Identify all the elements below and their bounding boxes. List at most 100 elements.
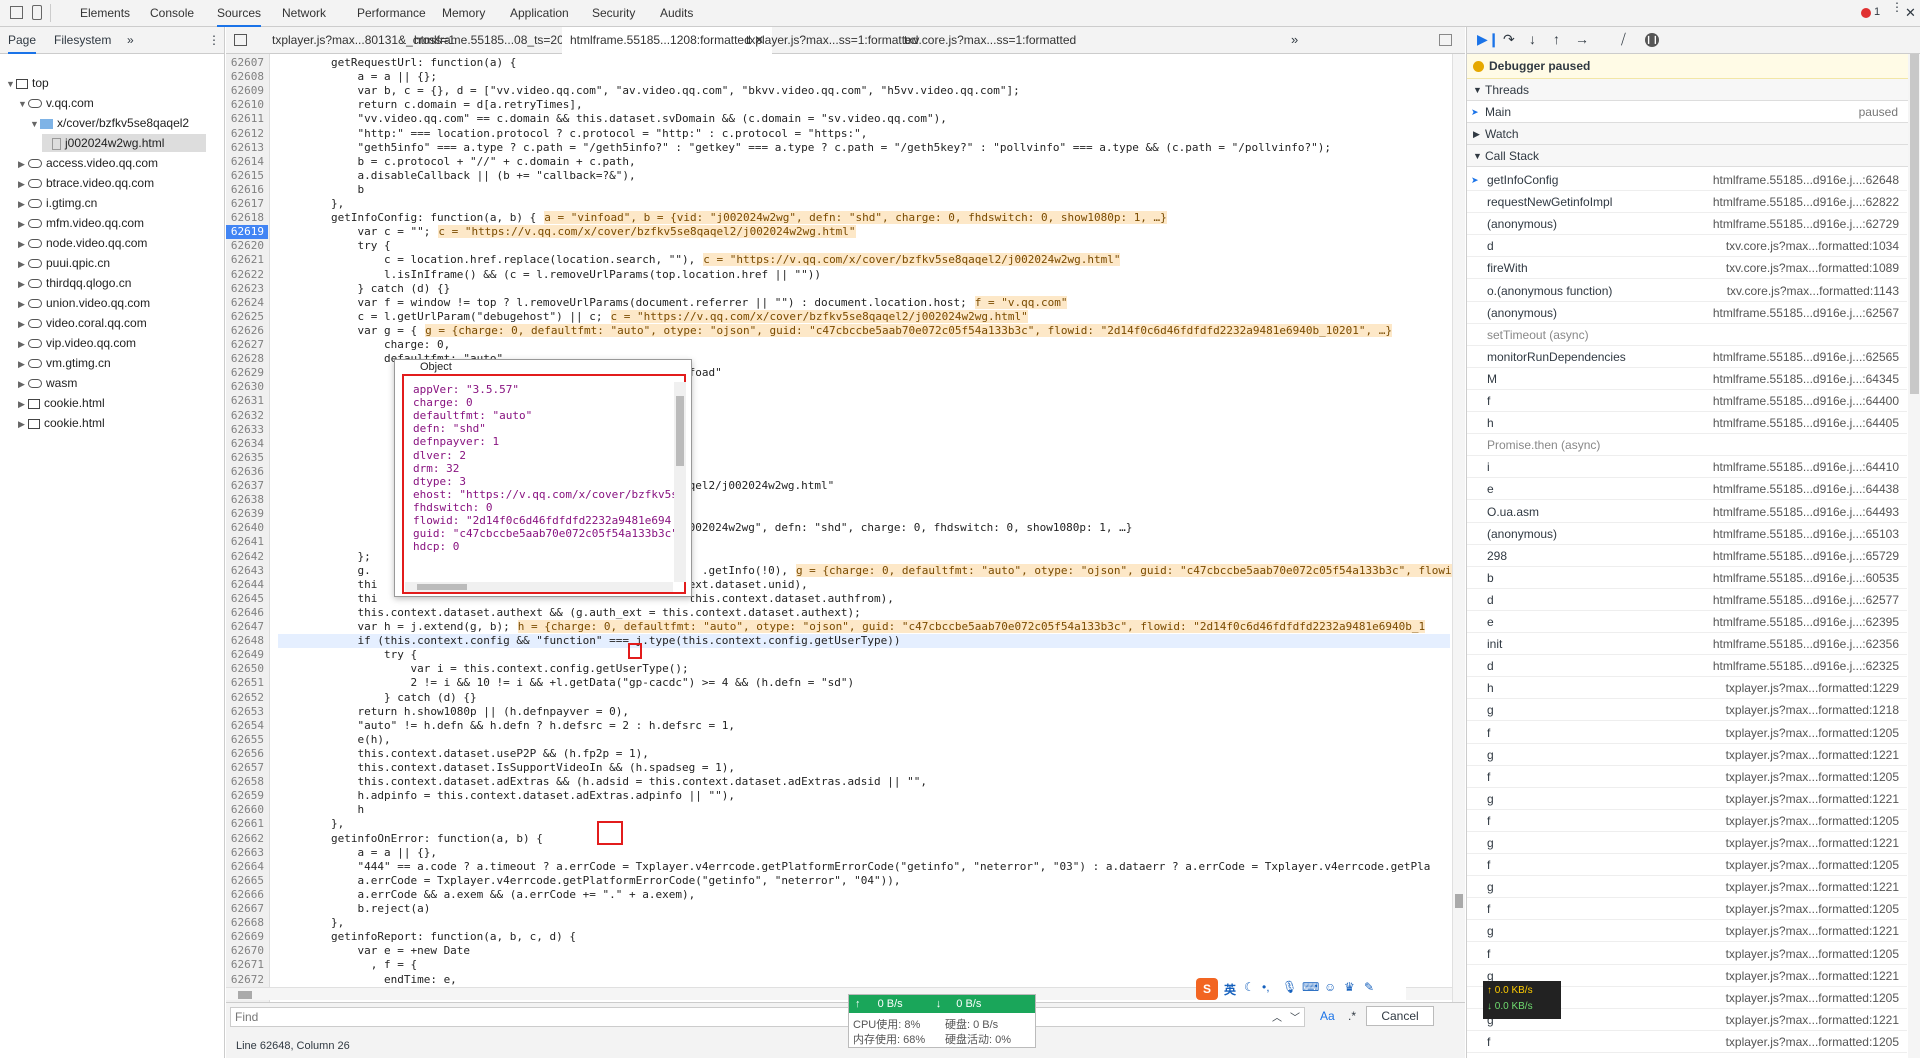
call-frame[interactable]: g txplayer.js?max...formatted:1221 <box>1467 832 1907 854</box>
line-number[interactable]: 62655 <box>226 733 268 747</box>
code-line[interactable]: a = a || {}, <box>278 846 436 860</box>
code-line[interactable]: h.adpinfo = this.context.dataset.adExtra… <box>278 789 735 803</box>
match-case-toggle[interactable]: Aa <box>1320 1009 1335 1023</box>
step-over-icon[interactable]: ↷ <box>1503 31 1515 48</box>
line-number[interactable]: 62626 <box>226 324 268 338</box>
call-frame[interactable]: d htmlframe.55185...d916e.j...:62325 <box>1467 655 1907 678</box>
step-icon[interactable]: → <box>1575 31 1589 47</box>
call-frame[interactable]: Mhtmlframe.55185...d916e.j...:64345 <box>1467 368 1907 390</box>
call-frame[interactable]: g txplayer.js?max...formatted:1221 <box>1467 744 1907 766</box>
panel-tab-sources[interactable]: Sources <box>217 0 262 27</box>
thread-main[interactable]: ➤ Main paused <box>1467 101 1920 123</box>
call-frame[interactable]: (anonymous) htmlframe.55185...d916e.j...:… <box>1467 213 1907 236</box>
collapsed-triangle-icon[interactable]: ▶ <box>18 375 28 393</box>
code-line[interactable]: }, <box>278 916 344 930</box>
line-number[interactable]: 62607 <box>226 56 268 70</box>
line-number[interactable]: 62627 <box>226 338 268 352</box>
call-frame[interactable]: (anonymous) htmlframe.55185...d916e.j...:… <box>1467 523 1907 545</box>
expand-triangle-icon[interactable]: ▼ <box>30 115 40 133</box>
call-frame[interactable]: h htmlframe.55185...d916e.j...:64405 <box>1467 412 1907 435</box>
line-number[interactable]: 62625 <box>226 310 268 324</box>
tree-item[interactable]: ▶ cookie.html <box>18 414 105 432</box>
code-line[interactable]: a = a || {}; <box>278 70 436 84</box>
code-line[interactable]: this.context.dataset.adExtras && (h.adsi… <box>278 775 927 789</box>
hscrollbar-thumb[interactable] <box>238 991 252 999</box>
code-line[interactable]: }, <box>278 817 344 831</box>
collapsed-triangle-icon[interactable]: ▶ <box>18 195 28 213</box>
collapsed-triangle-icon[interactable]: ▶ <box>18 295 28 313</box>
call-frame[interactable]: f txplayer.js?max...formatted:1205 <box>1467 898 1907 921</box>
line-number[interactable]: 62657 <box>226 761 268 775</box>
call-frame[interactable]: f txplayer.js?max...formatted:1205 <box>1467 810 1907 832</box>
call-frame[interactable]: requestNewGetinfoImpl htmlframe.55185...d… <box>1467 191 1907 214</box>
frame-location[interactable]: htmlframe.55185...d916e.j...:62648 <box>1713 169 1899 191</box>
call-frame[interactable]: monitorRunDependencies htmlframe.55185...… <box>1467 346 1907 368</box>
line-number[interactable]: 62617 <box>226 197 268 211</box>
line-number[interactable]: 62615 <box>226 169 268 183</box>
line-number[interactable]: 62616 <box>226 183 268 197</box>
regex-toggle[interactable]: .* <box>1348 1009 1356 1023</box>
frame-location[interactable]: htmlframe.55185...d916e.j...:60535 <box>1713 567 1899 589</box>
line-number[interactable]: 62667 <box>226 902 268 916</box>
vertical-scrollbar[interactable] <box>1452 54 1465 1014</box>
line-number[interactable]: 62654 <box>226 719 268 733</box>
line-number[interactable]: 62647 <box>226 620 268 634</box>
object-property[interactable]: hdcp: 0 <box>413 539 459 555</box>
call-frame[interactable]: e htmlframe.55185...d916e.j...:64438 <box>1467 478 1907 501</box>
line-number[interactable]: 62632 <box>226 409 268 423</box>
call-frame[interactable]: d txv.core.js?max...formatted:1034 <box>1467 235 1907 258</box>
frame-location[interactable]: htmlframe.55185...d916e.j...:62822 <box>1713 191 1899 213</box>
line-number[interactable]: 62629 <box>226 366 268 380</box>
panel-tab-network[interactable]: Network <box>282 0 326 27</box>
frame-location[interactable]: htmlframe.55185...d916e.j...:62567 <box>1713 302 1899 324</box>
call-frame[interactable]: 298 htmlframe.55185...d916e.j...:65729 <box>1467 545 1907 567</box>
tree-item[interactable]: ▶ cookie.html <box>18 394 105 412</box>
ime-lang-toggle[interactable]: 英 <box>1224 981 1236 998</box>
tree-item[interactable]: ▼ v.qq.com <box>18 94 94 112</box>
code-line[interactable]: var e = +new Date <box>278 944 470 958</box>
call-frame[interactable]: g txplayer.js?max...formatted:1221 <box>1467 876 1907 899</box>
line-number[interactable]: 62666 <box>226 888 268 902</box>
line-number[interactable]: 62628 <box>226 352 268 366</box>
deactivate-breakpoints-icon[interactable]: ⧸ <box>1621 31 1626 48</box>
frame-location[interactable]: htmlframe.55185...d916e.j...:64493 <box>1713 501 1899 523</box>
line-number[interactable]: 62663 <box>226 846 268 860</box>
expand-triangle-icon[interactable]: ▼ <box>18 95 28 113</box>
code-line[interactable]: getInfoConfig: function(a, b) {a = "vinf… <box>278 211 1167 225</box>
collapsed-triangle-icon[interactable]: ▶ <box>18 395 28 413</box>
code-line[interactable]: l.isInIframe() && (c = l.removeUrlParams… <box>278 268 821 282</box>
line-number-gutter[interactable]: 62607 62608 62609 62610 62611 62612 62613 62614… <box>226 54 270 1014</box>
find-next-icon[interactable]: ﹀ <box>1290 1009 1300 1024</box>
frame-location[interactable]: txplayer.js?max...formatted:1229 <box>1726 677 1899 699</box>
call-frame[interactable]: f txplayer.js?max...formatted:1205 <box>1467 854 1907 877</box>
call-frame[interactable]: b htmlframe.55185...d916e.j...:60535 <box>1467 567 1907 589</box>
watch-section-header[interactable]: ▶ Watch <box>1467 123 1920 145</box>
code-line[interactable]: this.context.dataset.useP2P && (h.fp2p =… <box>278 747 648 761</box>
line-number[interactable]: 62622 <box>226 268 268 282</box>
tree-item[interactable]: ▶ video.coral.qq.com <box>18 314 147 332</box>
tree-item[interactable]: ▶ i.gtimg.cn <box>18 194 97 212</box>
code-line[interactable]: 2 != i && 10 != i && +l.getData("gp-cacd… <box>278 676 854 690</box>
code-line[interactable]: this.context.dataset.IsSupportVideoIn &&… <box>278 761 735 775</box>
code-line[interactable]: return h.show1080p || (h.defnpayver = 0)… <box>278 705 629 719</box>
ime-keyboard-icon[interactable]: ⌨ <box>1302 980 1319 994</box>
frame-location[interactable]: txplayer.js?max...formatted:1221 <box>1726 965 1899 987</box>
frame-location[interactable]: htmlframe.55185...d916e.j...:64345 <box>1713 368 1899 390</box>
frame-location[interactable]: txplayer.js?max...formatted:1221 <box>1726 744 1899 766</box>
line-number[interactable]: 62659 <box>226 789 268 803</box>
step-out-icon[interactable]: ↑ <box>1553 31 1560 47</box>
line-number[interactable]: 62660 <box>226 803 268 817</box>
tree-item[interactable]: ▶ access.video.qq.com <box>18 154 158 172</box>
code-line[interactable]: "http:" === location.protocol ? c.protoc… <box>278 127 867 141</box>
more-menu-icon[interactable]: ⋮ <box>1891 1 1903 13</box>
line-number[interactable]: 62618 <box>226 211 268 225</box>
code-line[interactable]: b = c.protocol + "//" + c.domain + c.pat… <box>278 155 635 169</box>
frame-location[interactable]: txplayer.js?max...formatted:1205 <box>1726 766 1899 788</box>
line-number[interactable]: 62642 <box>226 550 268 564</box>
collapsed-triangle-icon[interactable]: ▶ <box>18 175 28 193</box>
tree-item[interactable]: ▼ top <box>6 74 49 92</box>
collapsed-triangle-icon[interactable]: ▶ <box>18 415 28 433</box>
frame-location[interactable]: htmlframe.55185...d916e.j...:64438 <box>1713 478 1899 500</box>
code-line[interactable]: getinfoReport: function(a, b, c, d) { <box>278 930 576 944</box>
frame-location[interactable]: htmlframe.55185...d916e.j...:64410 <box>1713 456 1899 478</box>
